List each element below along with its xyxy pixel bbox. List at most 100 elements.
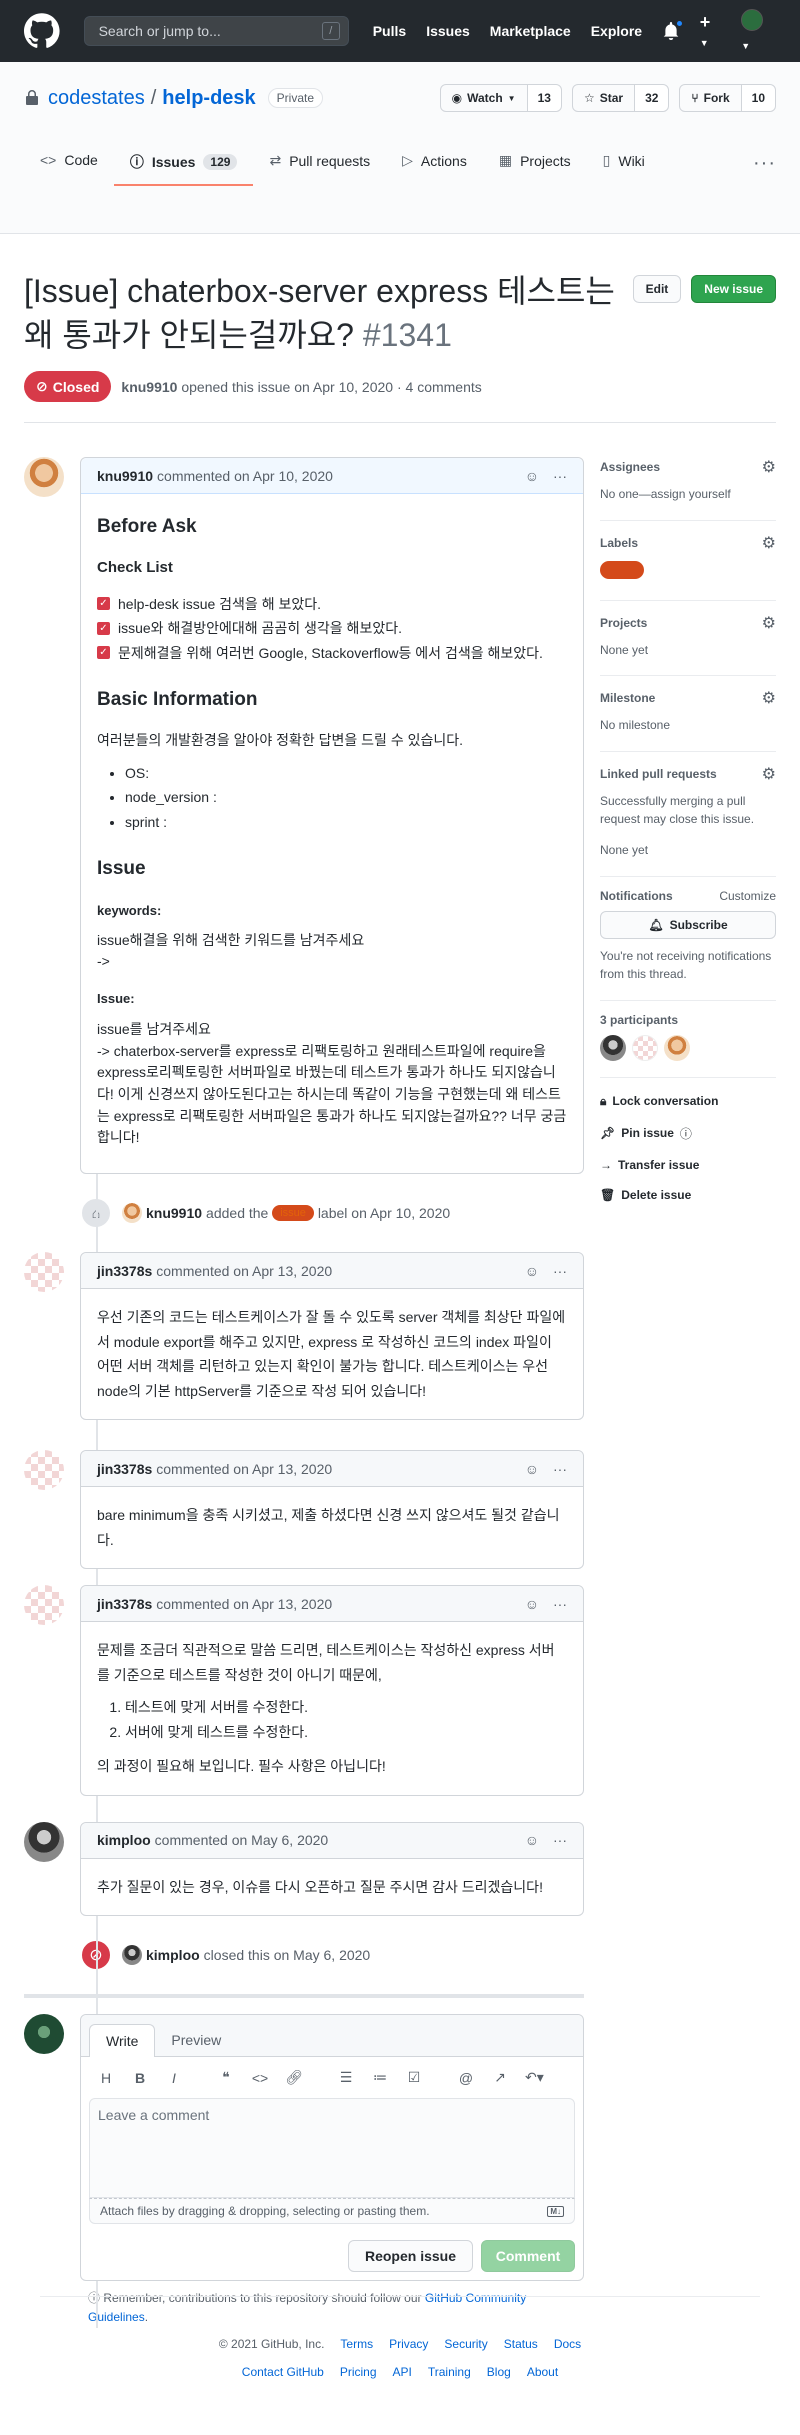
transfer-issue-button[interactable]: → Transfer issue (600, 1158, 776, 1172)
comment-author[interactable]: knu9910 (97, 468, 153, 484)
nav-explore[interactable]: Explore (591, 23, 642, 39)
event-actor[interactable]: knu9910 (146, 1205, 202, 1221)
kebab-menu-icon[interactable]: ··· (553, 468, 567, 484)
user-menu[interactable]: ▼ (741, 8, 776, 54)
kebab-menu-icon[interactable]: ··· (553, 1596, 567, 1612)
search-input[interactable]: Search or jump to... / (83, 16, 349, 46)
subscribe-button[interactable]: 🔔︎ Subscribe (600, 910, 776, 939)
avatar[interactable] (24, 1585, 64, 1626)
bold-icon[interactable]: B (131, 2070, 149, 2086)
nav-pulls[interactable]: Pulls (373, 23, 406, 39)
sidebar-heading[interactable]: Assignees (600, 460, 660, 474)
kebab-menu-icon[interactable]: ··· (553, 1263, 567, 1279)
smiley-icon[interactable]: ☺ (525, 468, 539, 484)
comment-author[interactable]: jin3378s (97, 1461, 152, 1477)
gear-icon[interactable]: ⚙ (762, 533, 776, 553)
comment-meta[interactable]: commented on Apr 13, 2020 (156, 1596, 332, 1612)
nav-issues[interactable]: Issues (426, 23, 470, 39)
tab-issues[interactable]: ⓘ Issues 129 (113, 144, 254, 186)
footer-link-terms[interactable]: Terms (340, 2337, 373, 2351)
github-logo-icon[interactable] (24, 13, 60, 49)
comment-textarea[interactable]: Leave a comment (89, 2098, 575, 2199)
link-icon[interactable]: 🔗︎ (285, 2069, 303, 2086)
sidebar-heading[interactable]: Projects (600, 616, 647, 630)
create-new-menu[interactable]: + ▼ (700, 12, 723, 51)
footer-link-security[interactable]: Security (444, 2337, 487, 2351)
avatar[interactable] (600, 1034, 626, 1061)
star-button[interactable]: ☆ Star 32 (571, 84, 670, 112)
kebab-menu-icon[interactable]: ··· (553, 1832, 567, 1848)
sidebar-heading[interactable]: Milestone (600, 691, 655, 705)
comment-meta[interactable]: commented on Apr 13, 2020 (156, 1461, 332, 1477)
comment-meta[interactable]: commented on Apr 13, 2020 (156, 1263, 332, 1279)
smiley-icon[interactable]: ☺ (525, 1596, 539, 1612)
tab-projects[interactable]: ▦ Projects (483, 144, 587, 183)
sidebar-heading[interactable]: Linked pull requests (600, 767, 717, 781)
code-icon[interactable]: <> (251, 2070, 269, 2086)
comment-button[interactable]: Comment (481, 2240, 575, 2273)
issue-label-pill[interactable] (600, 560, 644, 579)
checkbox-checked-icon[interactable]: ✓ (97, 646, 110, 660)
watch-count[interactable]: 13 (527, 85, 561, 111)
assignees-value[interactable]: No one—assign yourself (600, 485, 776, 504)
smiley-icon[interactable]: ☺ (525, 1461, 539, 1477)
new-issue-button[interactable]: New issue (691, 275, 776, 303)
comment-meta[interactable]: commented on May 6, 2020 (155, 1832, 329, 1848)
delete-issue-button[interactable]: 🗑︎ Delete issue (600, 1188, 776, 1202)
footer-link-api[interactable]: API (393, 2365, 412, 2379)
avatar[interactable] (122, 1203, 142, 1224)
tab-preview[interactable]: Preview (155, 2024, 237, 2056)
repo-owner-link[interactable]: codestates (48, 87, 145, 110)
comment-author[interactable]: jin3378s (97, 1596, 152, 1612)
avatar[interactable] (24, 1252, 64, 1293)
footer-link-contact[interactable]: Contact GitHub (242, 2365, 324, 2379)
smiley-icon[interactable]: ☺ (525, 1263, 539, 1279)
file-attachment-area[interactable]: Attach files by dragging & dropping, sel… (89, 2198, 575, 2225)
avatar[interactable] (24, 457, 64, 497)
tab-pull-requests[interactable]: ⇄ Pull requests (253, 144, 386, 183)
avatar[interactable] (664, 1034, 690, 1061)
comment-author[interactable]: kimploo (97, 1832, 151, 1848)
star-count[interactable]: 32 (635, 85, 669, 111)
gear-icon[interactable]: ⚙ (762, 457, 776, 477)
edit-button[interactable]: Edit (632, 275, 682, 303)
footer-link-training[interactable]: Training (428, 2365, 471, 2379)
fork-button[interactable]: ⑂ Fork 10 (679, 84, 776, 112)
heading-icon[interactable]: H (97, 2070, 115, 2086)
customize-link[interactable]: Customize (719, 889, 776, 903)
mention-icon[interactable]: @ (457, 2070, 475, 2086)
cross-reference-icon[interactable]: ↗ (491, 2069, 509, 2086)
checkbox-checked-icon[interactable]: ✓ (97, 621, 110, 635)
avatar[interactable] (632, 1034, 658, 1061)
gear-icon[interactable]: ⚙ (762, 688, 776, 708)
avatar[interactable] (24, 1450, 64, 1491)
nav-marketplace[interactable]: Marketplace (490, 23, 571, 39)
repo-name-link[interactable]: help-desk (162, 87, 255, 110)
footer-link-pricing[interactable]: Pricing (340, 2365, 377, 2379)
footer-link-status[interactable]: Status (504, 2337, 538, 2351)
lock-conversation-button[interactable]: 🔒︎ Lock conversation (600, 1094, 776, 1109)
notifications-bell-icon[interactable] (662, 19, 684, 41)
gear-icon[interactable]: ⚙ (762, 613, 776, 633)
footer-link-blog[interactable]: Blog (487, 2365, 511, 2379)
footer-link-about[interactable]: About (527, 2365, 558, 2379)
unordered-list-icon[interactable]: ☰ (337, 2069, 355, 2086)
avatar[interactable] (122, 1945, 142, 1966)
tab-write[interactable]: Write (89, 2024, 156, 2058)
fork-count[interactable]: 10 (741, 85, 775, 111)
event-actor[interactable]: kimploo (146, 1947, 200, 1963)
avatar[interactable] (24, 1821, 64, 1862)
italic-icon[interactable]: I (165, 2070, 183, 2086)
kebab-menu-icon[interactable]: ··· (553, 1461, 567, 1477)
issue-label[interactable]: issue (272, 1205, 314, 1222)
reopen-issue-button[interactable]: Reopen issue (347, 2240, 473, 2273)
tab-actions[interactable]: ▷ Actions (386, 144, 483, 183)
more-menu-icon[interactable]: ··· (753, 144, 776, 183)
sidebar-heading[interactable]: Labels (600, 536, 638, 550)
avatar[interactable] (24, 2014, 64, 2055)
tab-code[interactable]: <> Code (24, 144, 114, 182)
checkbox-checked-icon[interactable]: ✓ (97, 597, 110, 611)
reply-icon[interactable]: ↶▾ (525, 2069, 544, 2086)
footer-link-docs[interactable]: Docs (554, 2337, 581, 2351)
author-link[interactable]: knu9910 (121, 379, 177, 395)
